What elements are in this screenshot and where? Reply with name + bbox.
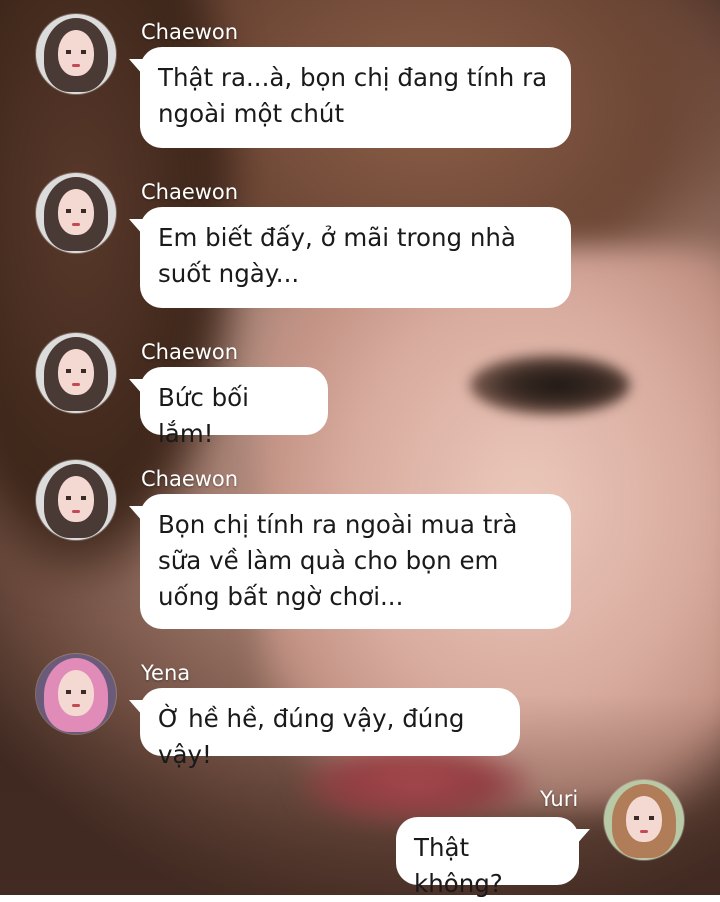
sender-name: Chaewon	[141, 180, 239, 204]
chaewon-avatar[interactable]	[36, 333, 116, 413]
message-bubble[interactable]: Ờ hề hề, đúng vậy, đúng vậy!	[129, 688, 520, 769]
message-bubble[interactable]: Bọn chị tính ra ngoài mua trà sữa về làm…	[129, 494, 571, 629]
yuri-avatar[interactable]	[604, 780, 684, 860]
yena-avatar[interactable]	[36, 654, 116, 734]
chat-thread: Chaewon Thật ra...à, bọn chị đang tính r…	[0, 0, 720, 898]
sender-name: Chaewon	[141, 20, 239, 44]
chaewon-avatar[interactable]	[36, 14, 116, 94]
sender-name: Yuri	[540, 787, 579, 811]
chaewon-avatar[interactable]	[36, 173, 116, 253]
message-bubble[interactable]: Em biết đấy, ở mãi trong nhà suốt ngày..…	[129, 207, 571, 308]
sender-name: Chaewon	[141, 340, 239, 364]
message-bubble[interactable]: Thật ra...à, bọn chị đang tính ra ngoài …	[129, 47, 571, 148]
sender-name: Chaewon	[141, 467, 239, 491]
sender-name: Yena	[141, 661, 191, 685]
message-bubble[interactable]: Bức bối lắm!	[129, 367, 328, 448]
chaewon-avatar[interactable]	[36, 460, 116, 540]
message-bubble[interactable]: Thật không?	[396, 817, 590, 898]
